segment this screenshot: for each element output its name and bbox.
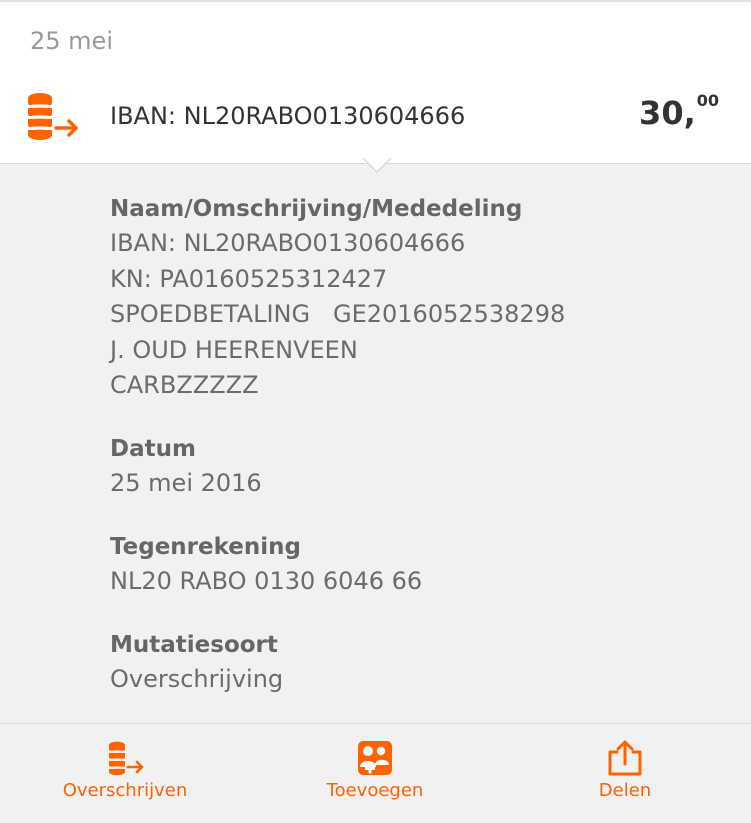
- date-label: Datum: [110, 436, 196, 462]
- description-line: SPOEDBETALING GE2016052538298: [110, 300, 566, 328]
- mutation-type-label: Mutatiesoort: [110, 632, 278, 658]
- description-label: Naam/Omschrijving/Mededeling: [110, 196, 523, 222]
- date-section: Datum 25 mei 2016: [110, 432, 262, 502]
- date-header: 25 mei: [30, 27, 113, 55]
- share-button[interactable]: Delen: [560, 724, 690, 820]
- action-bar: Overschrijven Toevoegen Delen: [0, 723, 751, 823]
- add-label: Toevoegen: [326, 780, 424, 801]
- transaction-row[interactable]: IBAN: NL20RABO0130604666 30,00: [0, 82, 751, 152]
- mutation-type-section: Mutatiesoort Overschrijving: [110, 628, 283, 698]
- share-label: Delen: [598, 780, 652, 801]
- description-line: IBAN: NL20RABO0130604666: [110, 229, 466, 257]
- coins-transfer-icon: [28, 93, 78, 140]
- description-line: J. OUD HEERENVEEN: [110, 335, 358, 364]
- mutation-type-value: Overschrijving: [110, 665, 284, 693]
- transfer-button[interactable]: Overschrijven: [44, 724, 206, 820]
- share-icon: [608, 740, 642, 776]
- detail-pointer: [364, 158, 390, 171]
- description-section: Naam/Omschrijving/Mededeling IBAN: NL20R…: [110, 192, 565, 404]
- add-button[interactable]: Toevoegen: [300, 724, 450, 820]
- transaction-details: Naam/Omschrijving/Mededeling IBAN: NL20R…: [0, 163, 751, 723]
- transaction-iban: IBAN: NL20RABO0130604666: [110, 102, 466, 130]
- amount-cents: 00: [696, 91, 719, 111]
- description-line: CARBZZZZZ: [110, 371, 259, 399]
- counter-account-label: Tegenrekening: [110, 534, 301, 560]
- transfer-icon: [109, 741, 144, 776]
- contacts-add-icon: [358, 741, 392, 775]
- transaction-amount: 30,00: [639, 91, 719, 132]
- amount-whole: 30,: [639, 94, 696, 132]
- description-line: KN: PA0160525312427: [110, 264, 388, 293]
- date-value: 25 mei 2016: [110, 469, 262, 497]
- counter-account-section: Tegenrekening NL20 RABO 0130 6046 66: [110, 530, 422, 600]
- transaction-header: 25 mei IBAN: NL20RABO0130604666 30,00: [0, 0, 751, 163]
- transfer-label: Overschrijven: [62, 780, 188, 801]
- counter-account-value: NL20 RABO 0130 6046 66: [110, 567, 423, 595]
